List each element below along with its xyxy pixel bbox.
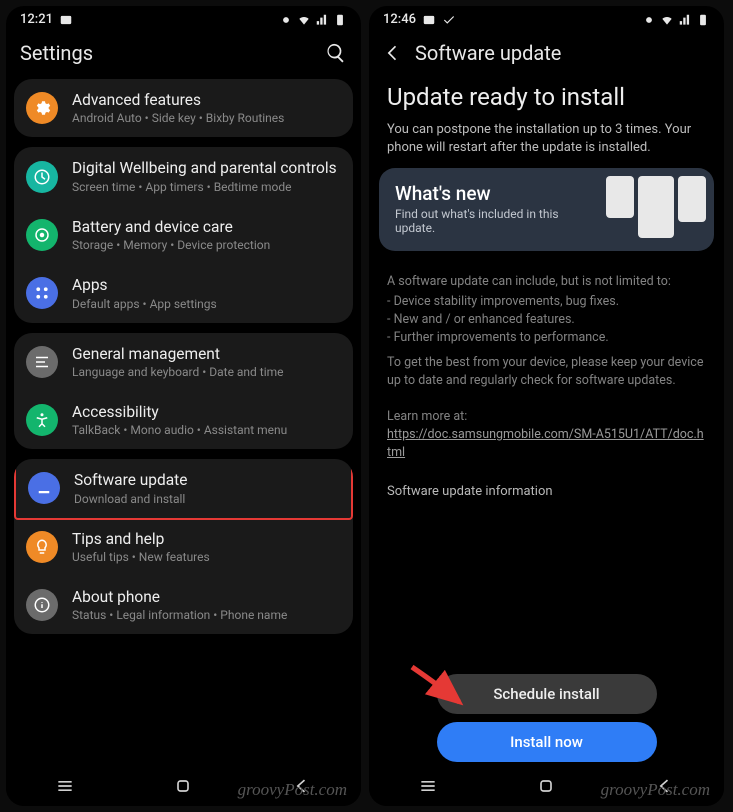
nav-back[interactable] — [292, 776, 312, 796]
learn-link[interactable]: https://doc.samsungmobile.com/SM-A515U1/… — [387, 426, 706, 462]
row-subtitle: TalkBack • Mono audio • Assistant menu — [72, 423, 341, 437]
install-now-button[interactable]: Install now — [437, 722, 657, 762]
wifi-icon — [297, 13, 311, 27]
tips-icon — [26, 531, 58, 563]
update-icon — [28, 472, 60, 504]
search-icon[interactable] — [325, 42, 347, 64]
clock: 12:21 — [20, 12, 53, 27]
wifi-icon — [660, 13, 674, 27]
location-icon — [279, 13, 293, 27]
statusbar-left: 12:21 — [6, 6, 361, 31]
nav-recents[interactable] — [418, 776, 438, 796]
statusbar-right: 12:46 — [369, 6, 724, 31]
schedule-install-button[interactable]: Schedule install — [437, 674, 657, 714]
settings-row-gear[interactable]: Advanced features Android Auto • Side ke… — [14, 79, 353, 137]
learn-label: Learn more at: — [387, 408, 706, 426]
card-subtitle: Find out what's included in this update. — [395, 207, 565, 235]
clock: 12:46 — [383, 12, 416, 27]
battery-icon — [696, 13, 710, 27]
info-block: A software update can include, but is no… — [369, 263, 724, 472]
nav-home[interactable] — [173, 776, 193, 796]
access-icon — [26, 404, 58, 436]
settings-group: Software update Download and install Tip… — [14, 459, 353, 634]
settings-row-update[interactable]: Software update Download and install — [14, 459, 353, 519]
info-lead: A software update can include, but is no… — [387, 273, 706, 291]
row-subtitle: Screen time • App timers • Bedtime mode — [72, 180, 341, 194]
row-subtitle: Status • Legal information • Phone name — [72, 608, 341, 622]
row-title: General management — [72, 345, 341, 364]
page-title: Settings — [20, 41, 325, 65]
intro-text: You can postpone the installation up to … — [369, 121, 724, 156]
heading: Update ready to install — [369, 79, 724, 121]
row-subtitle: Language and keyboard • Date and time — [72, 365, 341, 379]
row-subtitle: Download and install — [74, 492, 339, 506]
settings-row-apps[interactable]: Apps Default apps • App settings — [14, 264, 353, 322]
back-icon[interactable] — [383, 43, 403, 63]
row-title: Advanced features — [72, 91, 341, 110]
settings-screen: 12:21 Settings Advanced features Android… — [6, 6, 361, 806]
settings-group: Advanced features Android Auto • Side ke… — [14, 79, 353, 137]
bullet-item: Further improvements to performance. — [387, 329, 706, 347]
page-title: Software update — [415, 41, 710, 65]
whats-new-card[interactable]: What's new Find out what's included in t… — [379, 168, 714, 251]
row-title: Battery and device care — [72, 218, 341, 237]
nav-home[interactable] — [536, 776, 556, 796]
update-info-heading: Software update information — [369, 472, 724, 503]
row-title: Accessibility — [72, 403, 341, 422]
check-icon — [442, 13, 456, 27]
settings-row-access[interactable]: Accessibility TalkBack • Mono audio • As… — [14, 391, 353, 449]
row-subtitle: Default apps • App settings — [72, 297, 341, 311]
row-title: Tips and help — [72, 530, 341, 549]
general-icon — [26, 346, 58, 378]
settings-row-battery[interactable]: Battery and device care Storage • Memory… — [14, 206, 353, 264]
wellbeing-icon — [26, 161, 58, 193]
settings-group: General management Language and keyboard… — [14, 333, 353, 450]
bullet-item: New and / or enhanced features. — [387, 311, 706, 329]
gear-icon — [26, 92, 58, 124]
battery-icon — [333, 13, 347, 27]
settings-row-wellbeing[interactable]: Digital Wellbeing and parental controls … — [14, 147, 353, 205]
bullet-item: Device stability improvements, bug fixes… — [387, 293, 706, 311]
location-icon — [642, 13, 656, 27]
signal-icon — [678, 13, 692, 27]
settings-row-general[interactable]: General management Language and keyboard… — [14, 333, 353, 391]
card-thumbnails — [606, 176, 706, 238]
info-tail: To get the best from your device, please… — [387, 354, 706, 390]
settings-row-tips[interactable]: Tips and help Useful tips • New features — [14, 518, 353, 576]
row-subtitle: Useful tips • New features — [72, 550, 341, 564]
update-screen: 12:46 Software update Update ready to in… — [369, 6, 724, 806]
nav-recents[interactable] — [55, 776, 75, 796]
row-subtitle: Android Auto • Side key • Bixby Routines — [72, 111, 341, 125]
row-title: Digital Wellbeing and parental controls — [72, 159, 341, 178]
notif-icon — [59, 13, 73, 27]
settings-group: Digital Wellbeing and parental controls … — [14, 147, 353, 322]
nav-bar — [369, 766, 724, 806]
nav-bar — [6, 766, 361, 806]
apps-icon — [26, 277, 58, 309]
about-icon — [26, 589, 58, 621]
notif-icon — [422, 13, 436, 27]
row-subtitle: Storage • Memory • Device protection — [72, 238, 341, 252]
signal-icon — [315, 13, 329, 27]
nav-back[interactable] — [655, 776, 675, 796]
row-title: Software update — [74, 471, 339, 490]
settings-row-about[interactable]: About phone Status • Legal information •… — [14, 576, 353, 634]
row-title: Apps — [72, 276, 341, 295]
battery-icon — [26, 219, 58, 251]
row-title: About phone — [72, 588, 341, 607]
